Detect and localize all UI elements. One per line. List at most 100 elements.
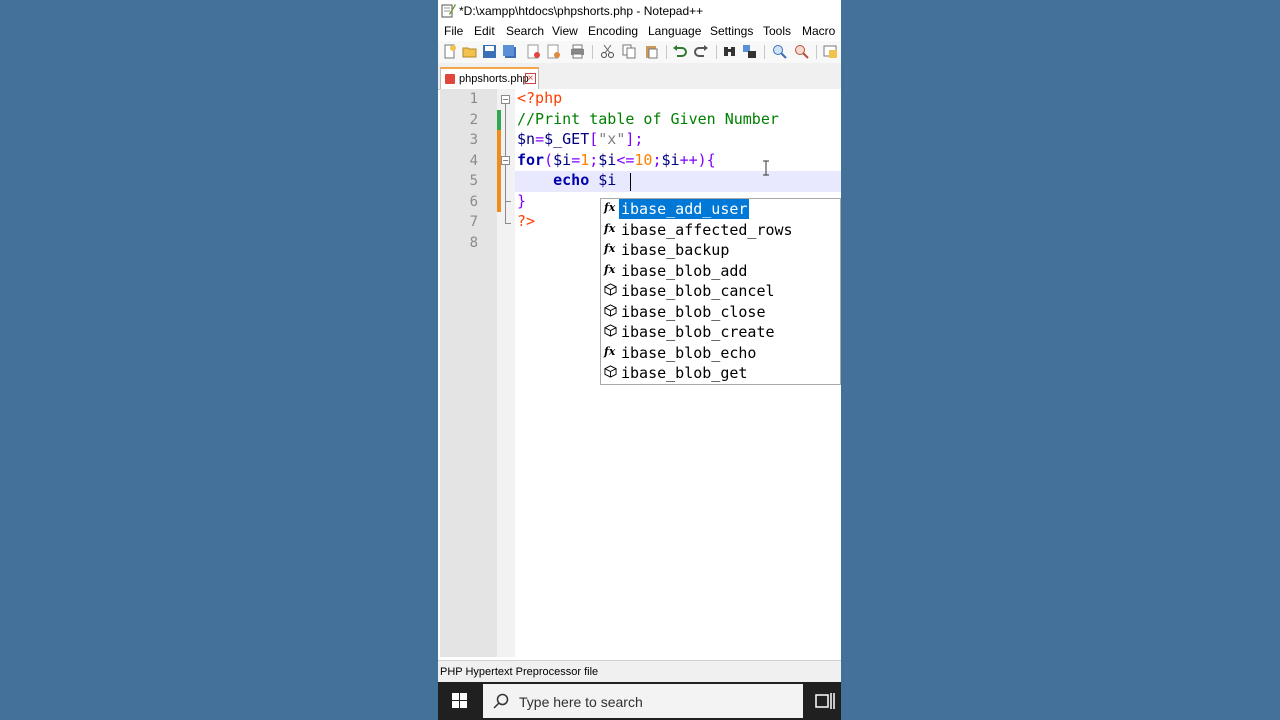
title-bar[interactable]: *D:\xampp\htdocs\phpshorts.php - Notepad… [438,0,841,21]
autocomplete-item[interactable]: ibase_blob_get [601,363,840,383]
cube-icon [604,324,618,338]
code-token: 10 [634,151,653,169]
autocomplete-item[interactable]: ibase_blob_create [601,322,840,342]
code-token: for [517,151,545,169]
fold-minus-icon[interactable]: − [501,95,510,104]
autocomplete-item[interactable]: fx ibase_blob_add [601,261,840,281]
menu-settings[interactable]: Settings [710,24,753,38]
code-token: <?php [517,89,563,107]
code-token: ; [589,151,599,169]
new-file-icon[interactable] [442,44,457,59]
menu-view[interactable]: View [552,24,578,38]
redo-icon[interactable] [694,44,709,59]
search-icon [493,693,509,709]
function-icon: fx [604,221,616,235]
autocomplete-label: ibase_blob_add [621,261,748,280]
unsaved-change-marker [497,130,501,212]
replace-icon[interactable] [742,44,757,59]
line-number: 4 [469,153,478,169]
code-token: 1 [580,151,590,169]
autocomplete-label: ibase_blob_cancel [621,282,775,300]
menu-tools[interactable]: Tools [763,24,791,38]
tab-bar: phpshorts.php × [438,63,841,90]
ibeam-cursor-icon [763,160,769,176]
code-token: = [535,130,545,148]
paste-icon[interactable] [644,44,659,59]
toolbar [438,41,841,64]
autocomplete-item[interactable]: fx ibase_affected_rows [601,220,840,240]
code-token: echo [553,171,590,189]
code-line: echo $i [517,171,616,189]
code-token: ?> [517,212,536,230]
close-tab-icon[interactable]: × [525,73,536,84]
menu-macro[interactable]: Macro [802,24,835,38]
copy-icon[interactable] [622,44,637,59]
function-icon: fx [604,242,616,255]
code-token: $i [661,151,680,169]
saved-change-marker [497,110,501,130]
code-token: $_GET [544,130,590,148]
zoom-in-icon[interactable] [772,44,787,59]
code-line: } [517,192,526,210]
menu-language[interactable]: Language [648,24,701,38]
code-token: $n [517,130,536,148]
function-icon: fx [604,201,616,214]
autocomplete-list[interactable]: fx ibase_add_user fx ibase_affected_rows fx i… [600,198,841,385]
fold-end-line [505,201,511,202]
search-placeholder: Type here to search [519,694,643,710]
autocomplete-label: ibase_add_user [619,199,750,219]
zoom-out-icon[interactable] [794,44,809,59]
menu-bar: File Edit Search View Encoding Language … [438,21,841,41]
function-icon: fx [604,344,616,358]
cube-icon [604,283,618,297]
function-icon: fx [604,262,616,276]
code-token: [ [589,130,599,148]
windows-start-icon[interactable] [438,682,482,720]
menu-file[interactable]: File [444,24,463,38]
line-number: 2 [469,112,478,128]
autocomplete-label: ibase_blob_echo [621,343,757,362]
find-icon[interactable] [722,44,737,59]
taskbar-search-box[interactable]: Type here to search [483,684,803,718]
code-token: $i [553,151,572,169]
autocomplete-item[interactable]: ibase_blob_close [601,302,840,322]
tab-phpshorts[interactable]: phpshorts.php × [440,67,539,89]
status-bar: PHP Hypertext Preprocessor file [438,660,841,683]
toolbar-separator [816,45,817,59]
code-token: } [517,192,527,210]
fold-minus-icon[interactable]: − [501,156,510,165]
line-number: 8 [469,235,478,251]
code-token: //Print table of Given Number [517,110,779,128]
menu-search[interactable]: Search [506,24,544,38]
cube-icon [604,303,618,318]
cut-icon[interactable] [600,44,615,59]
code-line: <?php [517,89,562,107]
autocomplete-item[interactable]: ibase_blob_cancel [601,281,840,301]
line-number: 7 [469,214,478,230]
menu-edit[interactable]: Edit [474,24,495,38]
sync-view-icon[interactable] [823,44,838,59]
save-all-icon[interactable] [502,44,517,59]
code-line: ?> [517,212,535,230]
autocomplete-label: ibase_blob_get [621,364,748,382]
print-icon[interactable] [570,44,585,59]
save-icon[interactable] [482,44,497,59]
close-all-icon[interactable] [546,44,561,59]
autocomplete-label: ibase_blob_close [621,302,766,321]
task-view-icon[interactable] [814,690,836,712]
close-file-icon[interactable] [526,44,541,59]
tab-label: phpshorts.php [459,73,529,85]
code-token: "x" [598,130,626,148]
code-token: ( [544,151,554,169]
autocomplete-item[interactable]: fx ibase_backup [601,240,840,260]
line-number: 1 [469,91,478,107]
autocomplete-item[interactable]: fx ibase_blob_echo [601,343,840,363]
notepadpp-icon [441,4,456,18]
undo-icon[interactable] [672,44,687,59]
open-folder-icon[interactable] [462,44,477,59]
menu-encoding[interactable]: Encoding [588,24,638,38]
file-type-label: PHP Hypertext Preprocessor file [440,666,599,678]
code-token: <= [616,151,635,169]
autocomplete-item[interactable]: fx ibase_add_user [601,199,840,219]
